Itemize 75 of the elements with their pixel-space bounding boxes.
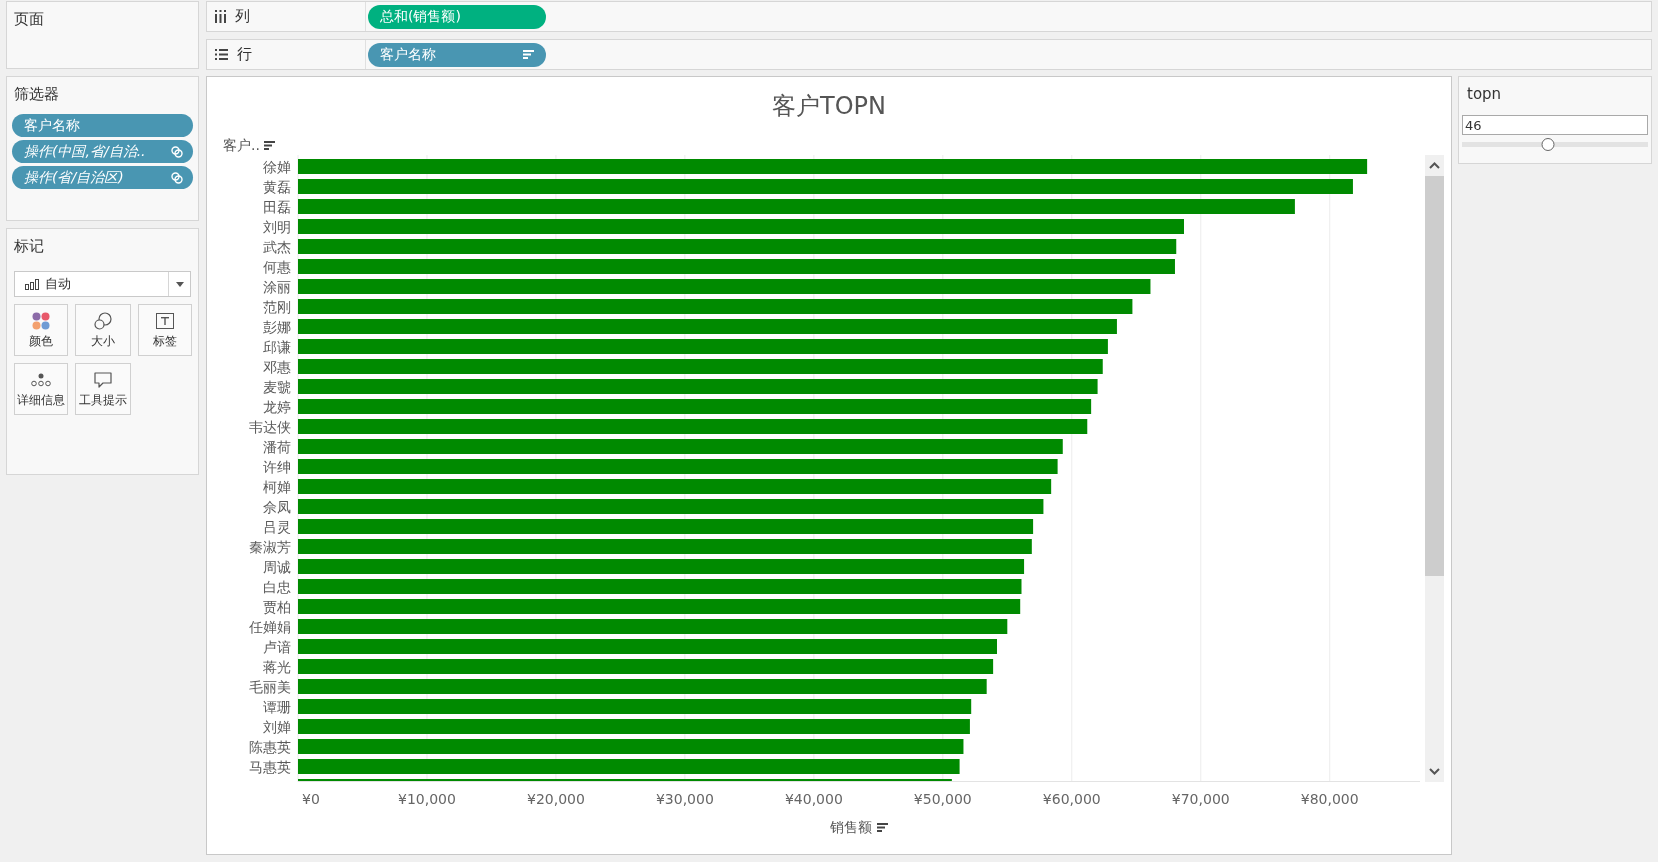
- marks-detail-button[interactable]: 详细信息: [14, 363, 68, 415]
- sort-icon: [523, 50, 534, 59]
- category-label: 邱谦: [263, 339, 291, 355]
- sort-icon: [877, 822, 888, 832]
- scrollbar[interactable]: [1425, 155, 1444, 782]
- category-label: 涂丽: [263, 279, 291, 295]
- shelf-label: 行: [237, 44, 252, 66]
- tick-label: ¥10,000: [398, 791, 456, 807]
- category-label: 徐婵: [263, 159, 291, 175]
- parameter-title: topn: [1466, 84, 1502, 104]
- card-title: 标记: [14, 236, 44, 256]
- category-label: 卢谙: [263, 639, 291, 655]
- axis-label: 销售额: [830, 817, 872, 837]
- caret-icon: [175, 281, 184, 287]
- category-label: 刘明: [263, 219, 291, 235]
- category-label: 邓惠: [263, 359, 291, 375]
- category-label: 田磊: [263, 199, 291, 215]
- chevron-down-icon: [1429, 768, 1440, 775]
- category-label: 何惠: [263, 259, 291, 275]
- parameter-input[interactable]: 46: [1462, 115, 1648, 135]
- color-dots-icon: [32, 312, 50, 330]
- category-label: 黄磊: [263, 179, 291, 195]
- category-label: 任婵娟: [249, 619, 291, 635]
- category-label: 龙婷: [263, 399, 291, 415]
- category-label: 武杰: [263, 239, 291, 255]
- mark-type-dropdown[interactable]: 自动: [14, 271, 191, 297]
- circles-icon: [94, 312, 112, 330]
- marks-label-button[interactable]: 标签: [138, 304, 192, 356]
- marks-color-button[interactable]: 颜色: [14, 304, 68, 356]
- chart-title: 客户TOPN: [772, 91, 886, 122]
- category-label: 谭珊: [263, 699, 291, 715]
- category-label: 刘婵: [263, 719, 291, 735]
- category-label: 韦达侠: [249, 419, 291, 435]
- sort-icon: [263, 140, 275, 150]
- category-label: 柯婵: [263, 479, 291, 495]
- card-title: 筛选器: [13, 84, 59, 104]
- tick-label: ¥60,000: [1042, 791, 1101, 807]
- scrollbar-thumb[interactable]: [1425, 176, 1444, 576]
- tick-label: ¥50,000: [913, 791, 972, 807]
- category-label: 贾柏: [263, 599, 291, 615]
- category-label: 马惠英: [249, 759, 291, 775]
- chevron-up-icon: [1429, 162, 1440, 169]
- link-icon: [171, 145, 183, 158]
- category-label: 范刚: [263, 299, 291, 315]
- text-label-icon: [156, 313, 174, 329]
- marks-tooltip-button[interactable]: 工具提示: [75, 363, 131, 415]
- category-label: 秦淑芳: [249, 539, 291, 555]
- tick-label: ¥0: [302, 791, 320, 807]
- category-label: 陈惠英: [249, 739, 291, 755]
- category-label: 麦虢: [263, 379, 291, 395]
- category-label: 蒋光: [263, 659, 291, 675]
- category-label: 彭娜: [263, 319, 291, 335]
- category-label: 周诚: [263, 559, 291, 575]
- axis-label: 客户..: [223, 135, 260, 155]
- tick-label: ¥40,000: [784, 791, 843, 807]
- slider-thumb[interactable]: [1541, 138, 1555, 151]
- tick-label: ¥30,000: [655, 791, 714, 807]
- category-label: 许绅: [263, 459, 291, 475]
- rows-icon: [215, 49, 228, 60]
- tick-label: ¥20,000: [527, 791, 585, 807]
- card-title: 页面: [14, 9, 44, 29]
- speech-bubble-icon: [94, 372, 112, 388]
- shelf-label: 列: [235, 6, 250, 28]
- bar-chart-icon: [25, 278, 39, 290]
- category-label: 吕灵: [263, 519, 291, 535]
- category-label: 佘凤: [263, 499, 291, 515]
- category-label: 毛丽美: [249, 679, 291, 695]
- tick-label: ¥70,000: [1171, 791, 1230, 807]
- category-label: 潘荷: [263, 439, 291, 455]
- marks-size-button[interactable]: 大小: [75, 304, 131, 356]
- tick-label: ¥80,000: [1300, 791, 1359, 807]
- link-icon: [171, 171, 183, 184]
- dots-icon: [31, 373, 51, 387]
- columns-icon: [215, 10, 226, 23]
- category-label: 白忠: [263, 579, 291, 595]
